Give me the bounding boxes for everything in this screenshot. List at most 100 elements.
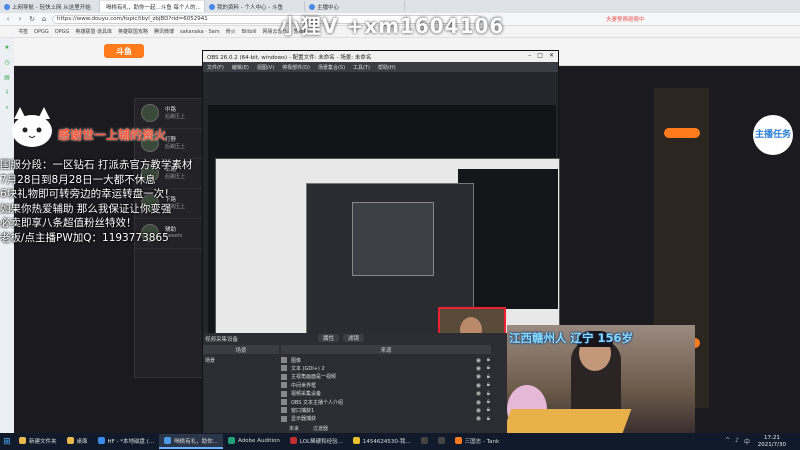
lock-icon[interactable]: 🔒︎ [487, 381, 490, 389]
lock-icon[interactable]: 🔒︎ [487, 356, 490, 364]
bookmark-item[interactable]: OPGG [55, 29, 70, 35]
tab-favicon-icon [309, 3, 315, 10]
star-icon[interactable]: ★ [4, 44, 9, 51]
site-logo[interactable]: 斗鱼 [104, 44, 144, 58]
back-icon[interactable]: ‹ [4, 15, 12, 23]
rank-sub: 后跳压上 [165, 144, 186, 150]
rank-sub: 后跳压上 [165, 114, 186, 120]
minimize-icon[interactable]: – [528, 52, 531, 59]
info-line: 如果你热爱辅助 那么我保证让你变强 [0, 202, 172, 215]
app-icon [420, 437, 428, 444]
bookmark-icon[interactable]: ▤ [4, 74, 10, 81]
speaker-icon[interactable]: ♪ [735, 437, 739, 446]
taskbar-item[interactable]: 喝桃有礼，助你... [159, 434, 223, 449]
visibility-eye-icon[interactable]: ◉ [476, 399, 481, 406]
close-icon[interactable]: ✕ [549, 52, 554, 59]
taskbar-item[interactable]: Adobe Audition [223, 434, 285, 449]
obs-menu-item[interactable]: 场景集合(S) [318, 64, 345, 71]
panel-left-label: 视频采集设备 [205, 337, 239, 343]
bookmark-item[interactable]: 骨火 [226, 28, 236, 35]
source-type-icon [281, 390, 287, 397]
obs-preview[interactable] [208, 105, 560, 405]
tab-label: 喝桃有礼，助你一起...斗鱼 每个人的... [106, 4, 201, 11]
taskbar-item[interactable] [416, 434, 433, 449]
lock-icon[interactable]: 🔒︎ [487, 373, 490, 381]
windows-start-icon[interactable]: ⊞ [0, 433, 14, 450]
obs-menu-item[interactable]: 文件(F) [207, 64, 224, 71]
source-label: 窗口捕获1 [291, 407, 315, 414]
source-item[interactable]: 显示器捕获 ◉ 🔒︎ [281, 415, 491, 423]
taskbar-item[interactable] [433, 434, 450, 449]
keyboard [507, 409, 632, 433]
mixer-tab[interactable]: 未来 [289, 425, 299, 432]
cat-mascot-icon [12, 107, 52, 147]
lock-icon[interactable]: 🔒︎ [487, 406, 490, 414]
obs-docks: 视频采集设备 属性 滤镜 场景 来源 场景 图像 ◉ 🔒︎ 文本 (GDI+) 2 ◉ 🔒… [203, 333, 558, 433]
scene-item[interactable]: 场景 [205, 357, 215, 364]
visibility-eye-icon[interactable]: ◉ [476, 407, 481, 414]
history-icon[interactable]: ◷ [4, 59, 9, 66]
taskbar-item[interactable]: 三国志 - Tank [450, 434, 504, 449]
visibility-eye-icon[interactable]: ◉ [476, 390, 481, 397]
bookmark-item[interactable]: sakanaka · Sam [180, 29, 220, 35]
source-item[interactable]: 中间世界框 ◉ 🔒︎ [281, 381, 491, 389]
properties-button[interactable]: 属性 [318, 334, 340, 342]
taskbar-item[interactable]: 新建文件夹 [14, 434, 62, 449]
bookmark-item[interactable]: Bilibili [242, 29, 257, 35]
visibility-eye-icon[interactable]: ◉ [476, 357, 481, 364]
obs-menu-item[interactable]: 编辑(E) [232, 64, 249, 71]
source-item[interactable]: 视频采集设备 ◉ 🔒︎ [281, 390, 491, 398]
lock-icon[interactable]: 🔒︎ [487, 390, 490, 398]
chevron-up-icon[interactable]: ^ [725, 437, 730, 446]
bookmark-item[interactable]: OPGG [34, 29, 49, 35]
source-label: OBS 文本主播个人介绍 [291, 399, 344, 406]
obs-menu-item[interactable]: 视图(V) [257, 64, 274, 71]
orange-button[interactable] [664, 128, 700, 138]
source-item[interactable]: 图像 ◉ 🔒︎ [281, 356, 491, 364]
taskbar-item[interactable]: LOL稀硬和经验... [285, 434, 348, 449]
source-item[interactable]: 文本 (GDI+) 2 ◉ 🔒︎ [281, 364, 491, 372]
bookmark-item[interactable]: 书签 [18, 28, 28, 35]
source-item[interactable]: 主视角画面是一视频 ◉ 🔒︎ [281, 373, 491, 381]
clock[interactable]: 17:21 2021/7/30 [758, 435, 786, 448]
visibility-eye-icon[interactable]: ◉ [476, 365, 481, 372]
filters-button[interactable]: 滤镜 [343, 334, 365, 342]
obs-menu-item[interactable]: 帮助(H) [378, 64, 396, 71]
app-icon [454, 437, 462, 444]
reload-icon[interactable]: ↻ [28, 15, 36, 23]
bookmark-item[interactable]: 腾讯微博 [154, 28, 174, 35]
sources-header: 来源 [281, 345, 491, 354]
clock-date: 2021/7/30 [757, 441, 786, 448]
ime-indicator[interactable]: 中 [744, 437, 750, 446]
browser-tab[interactable]: 上网导航 - 轻快上网 从这里开始 [0, 1, 100, 12]
browser-tab[interactable]: 喝桃有礼，助你一起...斗鱼 每个人的... [100, 1, 205, 12]
search-suggestion[interactable]: 夫妻警察砸毁中 [606, 15, 645, 23]
source-item[interactable]: 窗口捕获1 ◉ 🔒︎ [281, 406, 491, 414]
forward-icon[interactable]: › [16, 15, 24, 23]
info-line: 老板/点主播PW加Q：1193773865 [0, 231, 169, 244]
taskbar-item[interactable]: 1454624530-我... [348, 434, 416, 449]
bookmark-item[interactable]: 英雄联盟·道具库 [75, 28, 112, 35]
visibility-eye-icon[interactable]: ◉ [476, 373, 481, 380]
bookmark-item[interactable]: 英雄联盟攻略 [118, 28, 148, 35]
obs-menu-item[interactable]: 停靠部件(D) [282, 64, 310, 71]
source-item[interactable]: OBS 文本主播个人介绍 ◉ 🔒︎ [281, 398, 491, 406]
app-icon [164, 437, 172, 444]
transitions-tab[interactable]: 过渡器 [313, 425, 328, 432]
lock-icon[interactable]: 🔒︎ [487, 398, 490, 406]
source-type-icon [281, 415, 287, 422]
source-label: 图像 [291, 357, 302, 364]
visibility-eye-icon[interactable]: ◉ [476, 382, 481, 389]
task-badge[interactable]: 主播任务 [753, 115, 793, 155]
lock-icon[interactable]: 🔒︎ [487, 364, 490, 372]
source-label: 中间世界框 [291, 382, 317, 389]
obs-menu-item[interactable]: 工具(T) [353, 64, 370, 71]
home-icon[interactable]: ⌂ [40, 15, 48, 23]
maximize-icon[interactable]: □ [537, 52, 543, 59]
download-icon[interactable]: ⇩ [4, 89, 9, 96]
taskbar-item[interactable]: 桌面 [62, 434, 93, 449]
nested-obs-window-2 [352, 202, 434, 276]
lock-icon[interactable]: 🔒︎ [487, 415, 490, 423]
taskbar-item[interactable]: HF - *本地磁盘 (... [93, 434, 160, 449]
visibility-eye-icon[interactable]: ◉ [476, 415, 481, 422]
